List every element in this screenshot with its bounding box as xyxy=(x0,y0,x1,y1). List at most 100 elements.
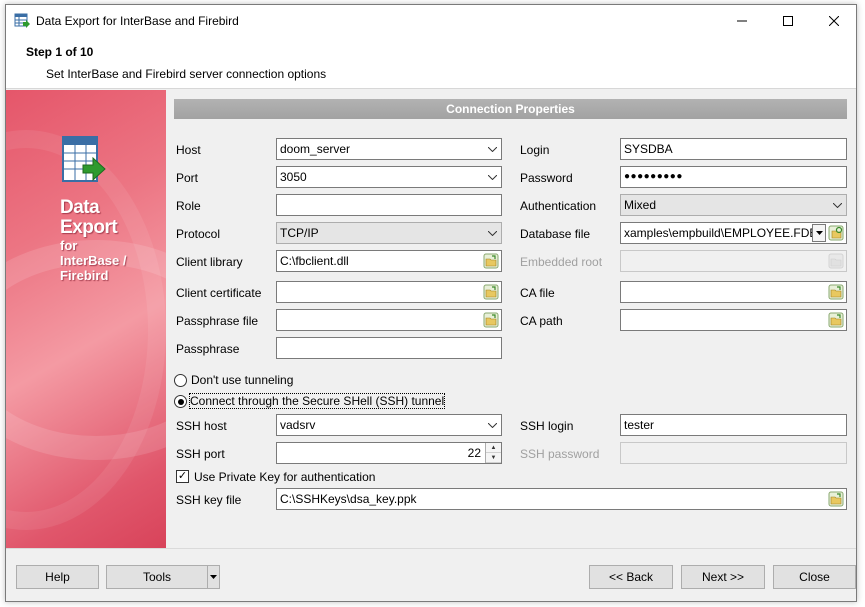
back-button[interactable]: << Back xyxy=(589,565,673,589)
port-label: Port xyxy=(176,171,199,185)
protocol-label: Protocol xyxy=(176,227,221,241)
banner-title-line: Data xyxy=(60,197,100,218)
protocol-value: TCP/IP xyxy=(280,226,319,240)
private-key-label[interactable]: Use Private Key for authentication xyxy=(194,470,375,484)
ssh-port-label: SSH port xyxy=(176,447,225,461)
ssh-host-combo[interactable]: vadsrv xyxy=(276,414,502,436)
sidebar-banner: Data Export for InterBase / Firebird xyxy=(6,90,166,548)
no-tunnel-radio[interactable] xyxy=(174,374,187,387)
ssh-key-file-value: C:\SSHKeys\dsa_key.ppk xyxy=(280,492,417,506)
login-input[interactable]: SYSDBA xyxy=(620,138,847,160)
banner-subtitle: for InterBase / Firebird xyxy=(60,238,126,283)
close-button[interactable]: Close xyxy=(773,565,856,589)
login-label: Login xyxy=(520,143,550,157)
database-file-value: xamples\empbuild\EMPLOYEE.FDB xyxy=(624,226,818,240)
app-icon xyxy=(14,13,30,28)
authentication-label: Authentication xyxy=(520,199,597,213)
wizard-footer: Help Tools << Back Next >> Close xyxy=(6,548,856,603)
minimize-button[interactable] xyxy=(719,5,765,36)
host-label: Host xyxy=(176,143,201,157)
passphrase-file-label: Passphrase file xyxy=(176,314,259,328)
database-file-input[interactable]: xamples\empbuild\EMPLOYEE.FDB xyxy=(620,222,847,244)
client-certificate-input[interactable] xyxy=(276,281,502,303)
ssh-login-input[interactable]: tester xyxy=(620,414,847,436)
folder-open-icon[interactable] xyxy=(826,489,846,509)
banner-subtitle-line: InterBase / xyxy=(60,253,127,268)
ssh-key-file-label: SSH key file xyxy=(176,493,242,507)
next-button[interactable]: Next >> xyxy=(681,565,765,589)
ssh-port-value: 22 xyxy=(467,446,481,460)
spin-down-icon[interactable]: ▼ xyxy=(486,453,501,463)
chevron-down-icon[interactable] xyxy=(483,415,501,435)
ssh-host-label: SSH host xyxy=(176,419,227,433)
folder-open-icon[interactable] xyxy=(826,282,846,302)
no-tunnel-label[interactable]: Don't use tunneling xyxy=(191,373,293,387)
chevron-down-icon[interactable] xyxy=(483,167,501,187)
embedded-root-label: Embedded root xyxy=(520,255,603,269)
chevron-down-icon[interactable] xyxy=(828,195,846,215)
host-combo[interactable]: doom_server xyxy=(276,138,502,160)
ssh-password-input xyxy=(620,442,847,464)
title-bar: Data Export for InterBase and Firebird xyxy=(6,5,856,36)
password-label: Password xyxy=(520,171,573,185)
window-title: Data Export for InterBase and Firebird xyxy=(36,14,239,28)
passphrase-label: Passphrase xyxy=(176,342,240,356)
minimize-icon xyxy=(737,20,747,21)
ca-file-input[interactable] xyxy=(620,281,847,303)
section-title: Connection Properties xyxy=(174,99,847,119)
wizard-header: Step 1 of 10 Set InterBase and Firebird … xyxy=(6,36,856,89)
authentication-select[interactable]: Mixed xyxy=(620,194,847,216)
client-library-input[interactable]: C:\fbclient.dll xyxy=(276,250,502,272)
caret-down-icon xyxy=(210,575,217,579)
folder-open-icon[interactable] xyxy=(481,310,501,330)
ssh-host-value: vadsrv xyxy=(280,418,316,432)
folder-open-icon[interactable] xyxy=(826,310,846,330)
close-window-button[interactable] xyxy=(811,5,857,36)
ca-file-label: CA file xyxy=(520,286,555,300)
client-certificate-label: Client certificate xyxy=(176,286,262,300)
ssh-password-label: SSH password xyxy=(520,447,600,461)
authentication-value: Mixed xyxy=(624,198,657,212)
spin-up-icon[interactable]: ▲ xyxy=(486,443,501,453)
role-input[interactable] xyxy=(276,194,502,216)
folder-open-icon[interactable] xyxy=(481,251,501,271)
ca-path-input[interactable] xyxy=(620,309,847,331)
close-icon xyxy=(829,15,839,26)
maximize-button[interactable] xyxy=(765,5,811,36)
step-title: Step 1 of 10 xyxy=(26,45,94,59)
wizard-window: Data Export for InterBase and Firebird S… xyxy=(5,4,857,602)
banner-subtitle-line: Firebird xyxy=(60,268,109,283)
port-combo[interactable]: 3050 xyxy=(276,166,502,188)
role-label: Role xyxy=(176,199,201,213)
table-export-icon xyxy=(62,136,106,182)
ca-path-label: CA path xyxy=(520,314,563,328)
refresh-database-icon[interactable] xyxy=(826,223,846,243)
folder-open-icon xyxy=(826,251,846,271)
tools-dropdown-button[interactable] xyxy=(207,565,220,589)
ssh-port-spinner[interactable]: 22 ▲ ▼ xyxy=(276,442,502,464)
passphrase-file-input[interactable] xyxy=(276,309,502,331)
ssh-login-label: SSH login xyxy=(520,419,574,433)
passphrase-input[interactable] xyxy=(276,337,502,359)
host-value: doom_server xyxy=(280,142,351,156)
step-subtitle: Set InterBase and Firebird server connec… xyxy=(46,67,327,81)
client-library-label: Client library xyxy=(176,255,243,269)
caret-down-icon[interactable] xyxy=(812,224,826,242)
port-value: 3050 xyxy=(280,170,307,184)
chevron-down-icon[interactable] xyxy=(483,139,501,159)
protocol-select[interactable]: TCP/IP xyxy=(276,222,502,244)
folder-open-icon[interactable] xyxy=(481,282,501,302)
help-button[interactable]: Help xyxy=(16,565,99,589)
banner-subtitle-line: for xyxy=(60,238,78,253)
private-key-checkbox[interactable]: ✓ xyxy=(176,470,189,483)
password-input[interactable]: ●●●●●●●●● xyxy=(620,166,847,188)
maximize-icon xyxy=(783,15,793,26)
chevron-down-icon[interactable] xyxy=(483,223,501,243)
tools-button[interactable]: Tools xyxy=(106,565,208,589)
ssh-tunnel-radio[interactable] xyxy=(174,395,187,408)
ssh-tunnel-label[interactable]: Connect through the Secure SHell (SSH) t… xyxy=(188,393,446,409)
database-file-label: Database file xyxy=(520,227,591,241)
ssh-key-file-input[interactable]: C:\SSHKeys\dsa_key.ppk xyxy=(276,488,847,510)
banner-title: Data Export xyxy=(60,197,118,238)
port-spin-buttons[interactable]: ▲ ▼ xyxy=(485,443,501,463)
